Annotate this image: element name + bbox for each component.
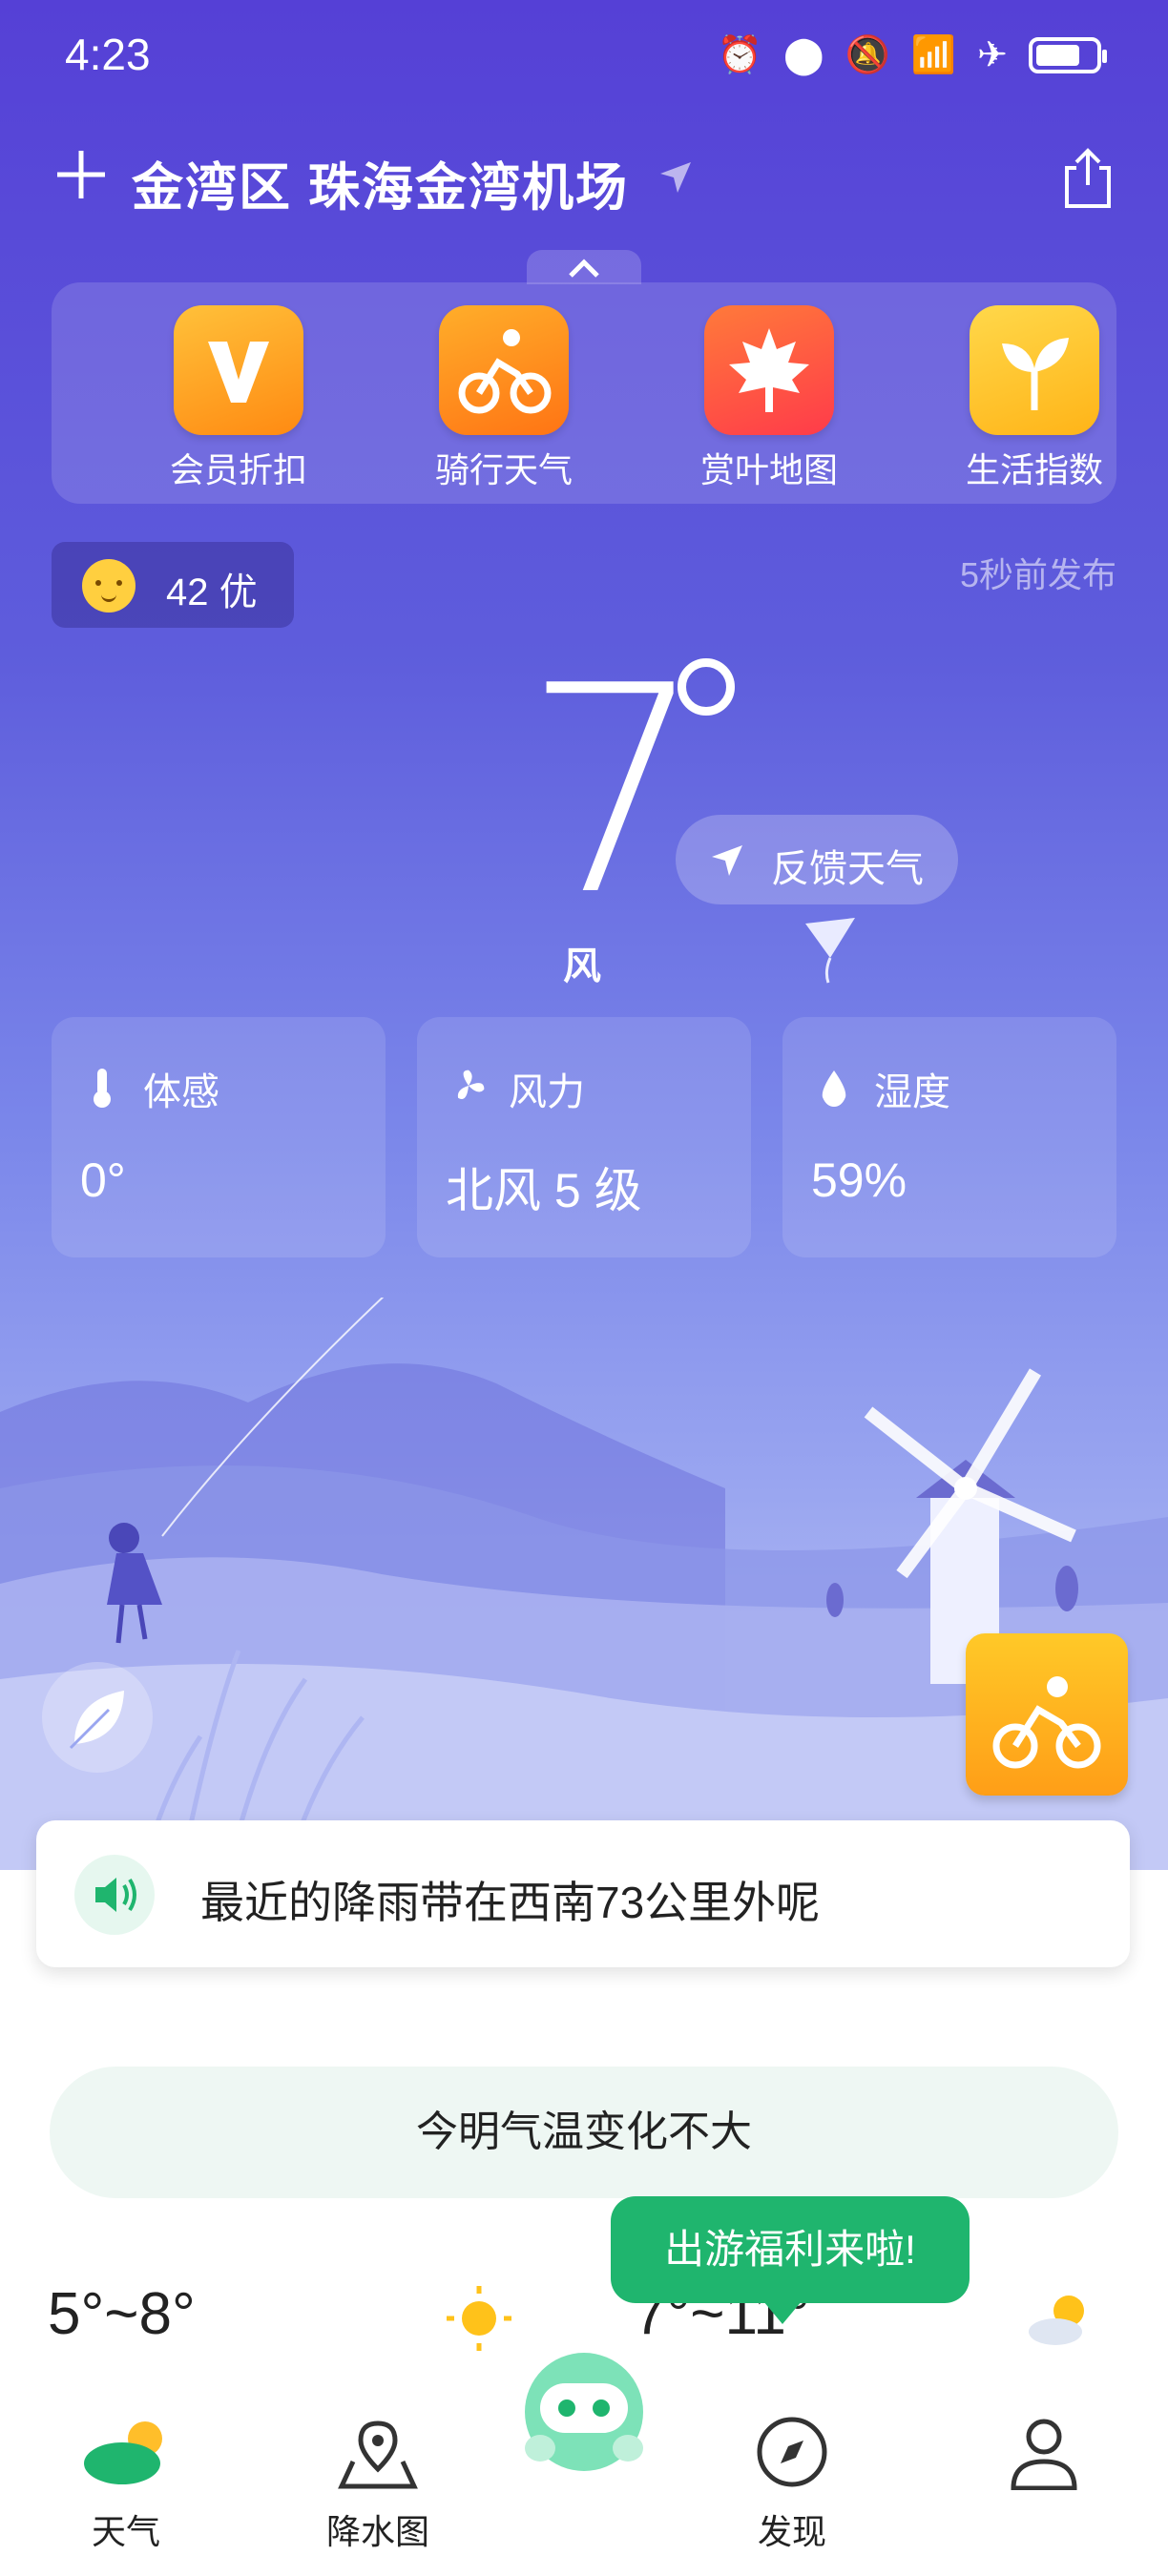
quick-action-label: 生活指数: [965, 450, 1103, 489]
promo-bubble[interactable]: 出游福利来啦!: [611, 2196, 970, 2324]
compass-icon: [757, 2417, 827, 2487]
wifi-icon: 📶: [910, 35, 957, 75]
leaf-icon: [69, 1691, 124, 1750]
airplane-icon: ✈: [977, 35, 1008, 75]
status-time: 4:23: [65, 30, 151, 79]
detail-label: 风力: [509, 1071, 585, 1113]
detail-card-wind[interactable]: 风力 北风 5 级: [417, 1017, 751, 1257]
quick-action-label: 会员折扣: [169, 450, 307, 489]
detail-label: 体感: [143, 1071, 219, 1113]
chevron-up-icon: [569, 259, 599, 278]
nav-profile[interactable]: [949, 2414, 1139, 2504]
detail-card-feels-like[interactable]: 体感 0°: [52, 1017, 386, 1257]
quick-action-bike[interactable]: 骑行天气: [428, 305, 580, 492]
map-pin-icon: [338, 2420, 418, 2489]
nav-label: 天气: [91, 2512, 160, 2551]
detail-value: 北风 5 级: [446, 1164, 642, 1217]
partly-cloudy-icon: [1029, 2296, 1084, 2345]
alarm-icon: ⏰: [717, 35, 762, 75]
share-icon[interactable]: [1059, 145, 1116, 212]
nav-label: 降水图: [325, 2512, 429, 2551]
send-icon: [712, 845, 742, 876]
nav-discover[interactable]: 发现: [697, 2414, 887, 2554]
location-name[interactable]: 金湾区 珠海金湾机场: [132, 145, 629, 220]
feedback-label: 反馈天气: [771, 848, 924, 890]
forecast-row[interactable]: 5°~8° 7°~11°: [0, 2223, 1168, 2351]
detail-value: 59%: [811, 1153, 907, 1207]
weather-condition: 风: [563, 945, 601, 987]
quick-action-label: 骑行天气: [434, 450, 573, 489]
fan-icon: [457, 1070, 485, 1099]
hero-background: 4:23 ⏰ ⬤ 🔕 📶 ✈ 金湾区 珠海金湾机场 会员折扣 骑行天气 赏叶地图…: [0, 0, 1168, 1870]
weather-icon: [84, 2421, 162, 2484]
aqi-badge[interactable]: 42 优: [52, 542, 294, 628]
quick-actions-panel: 会员折扣 骑行天气 赏叶地图 生活指数: [52, 282, 1116, 504]
rain-notice-text: 最近的降雨带在西南73公里外呢: [200, 1878, 821, 1927]
degree-symbol: [678, 658, 735, 716]
leaf-button[interactable]: [42, 1662, 153, 1773]
forecast-temp-today: 5°~8°: [48, 2281, 196, 2347]
publish-time: 5秒前发布: [959, 555, 1116, 594]
thermometer-icon: [94, 1069, 111, 1108]
nav-label: 发现: [757, 2512, 826, 2551]
mute-icon: 🔕: [845, 35, 890, 75]
nav-weather[interactable]: 天气: [31, 2414, 221, 2554]
location-icon: ⬤: [782, 35, 824, 75]
nav-precipitation-map[interactable]: 降水图: [282, 2414, 473, 2554]
robot-assistant-icon[interactable]: [513, 2341, 655, 2483]
status-bar: 4:23 ⏰ ⬤ 🔕 📶 ✈: [0, 0, 1168, 114]
status-icons: ⏰ ⬤ 🔕 📶 ✈: [717, 32, 1107, 78]
detail-label: 湿度: [874, 1071, 950, 1113]
battery-icon: [1029, 37, 1107, 73]
add-city-button[interactable]: [48, 141, 115, 208]
quick-action-vip[interactable]: 会员折扣: [162, 305, 315, 492]
rain-notice-card[interactable]: 最近的降雨带在西南73公里外呢: [36, 1820, 1130, 1967]
sunny-icon: [447, 2286, 511, 2351]
detail-card-humidity[interactable]: 湿度 59%: [782, 1017, 1116, 1257]
temperature-change-banner[interactable]: 今明气温变化不大: [50, 2067, 1118, 2198]
feedback-weather-button[interactable]: 反馈天气: [676, 815, 958, 904]
vip-icon: [174, 305, 303, 435]
battery-fill: [1036, 45, 1079, 66]
kite-icon: [805, 918, 855, 984]
cycling-weather-floating-button[interactable]: [966, 1633, 1128, 1796]
location-arrow-icon: [660, 162, 691, 193]
bike-icon: [439, 305, 569, 435]
profile-icon: [1011, 2419, 1077, 2491]
bike-icon: [992, 1676, 1101, 1769]
smiley-icon: [82, 559, 136, 613]
maple-leaf-icon: [704, 305, 834, 435]
location-header: 金湾区 珠海金湾机场: [0, 134, 1168, 229]
plus-icon: [57, 151, 105, 198]
droplet-icon: [822, 1070, 846, 1107]
speaker-icon[interactable]: [74, 1855, 155, 1935]
quick-action-life-index[interactable]: 生活指数: [958, 305, 1111, 492]
aqi-text: 42 优: [166, 571, 258, 613]
collapse-panel-button[interactable]: [527, 250, 641, 284]
quick-action-leaf-map[interactable]: 赏叶地图: [693, 305, 845, 492]
quick-action-label: 赏叶地图: [699, 450, 838, 489]
sprout-icon: [970, 305, 1099, 435]
detail-value: 0°: [80, 1153, 126, 1207]
